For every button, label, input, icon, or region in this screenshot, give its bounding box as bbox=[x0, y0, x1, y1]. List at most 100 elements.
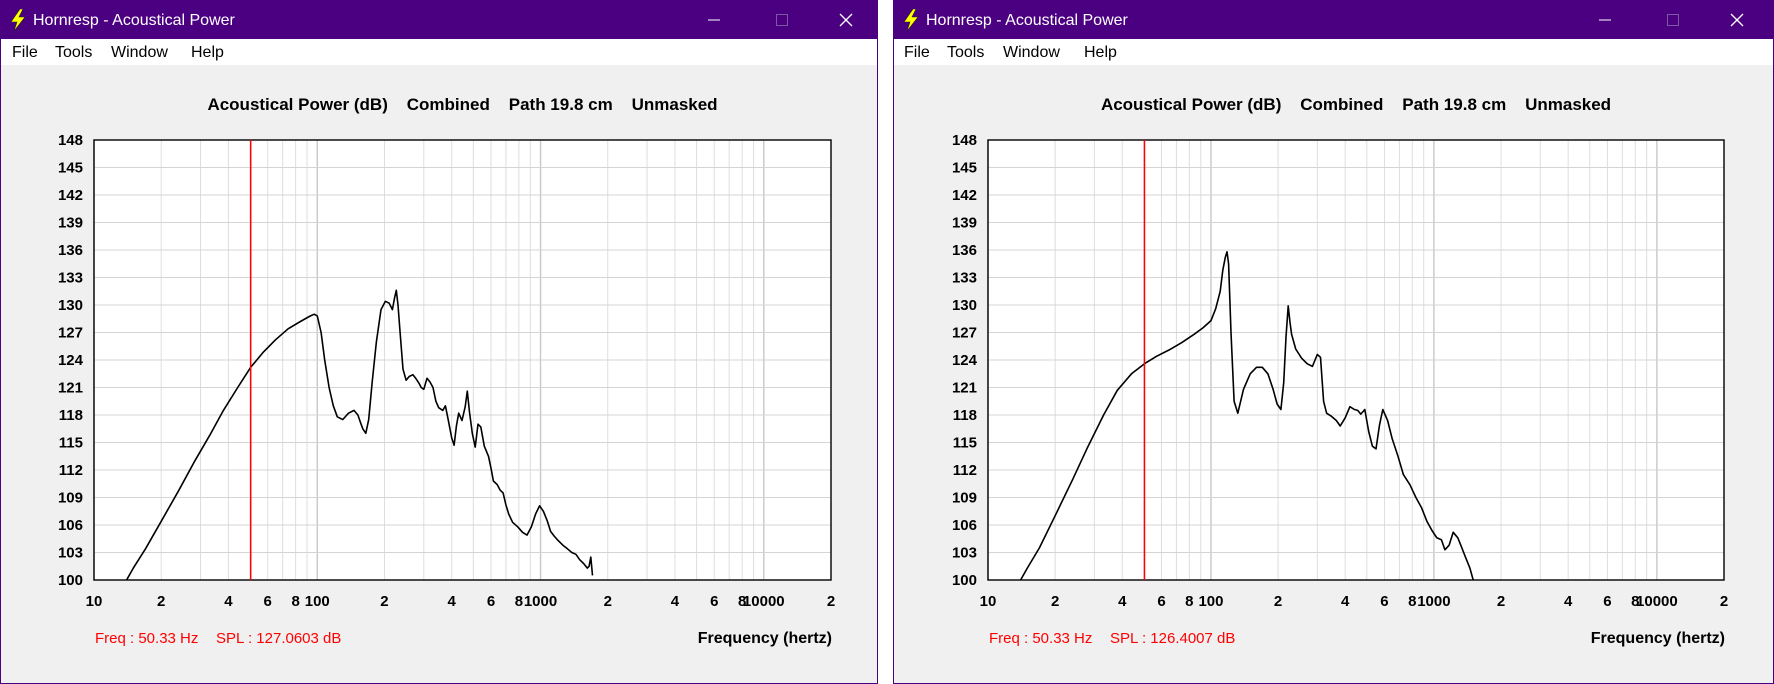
y-tick-label: 100 bbox=[952, 572, 977, 589]
y-tick-label: 106 bbox=[58, 517, 83, 534]
x-tick-label: 100 bbox=[1198, 593, 1223, 610]
freq-readout: Freq : 50.33 Hz bbox=[95, 630, 198, 647]
chart-title: Acoustical Power (dB) Combined Path 19.8… bbox=[1101, 95, 1611, 114]
x-tick-label: 8 bbox=[1408, 593, 1416, 610]
y-tick-label: 145 bbox=[58, 160, 83, 177]
window-title: Hornresp - Acoustical Power bbox=[33, 12, 235, 29]
y-tick-label: 103 bbox=[58, 545, 83, 562]
y-tick-label: 142 bbox=[58, 187, 83, 204]
y-tick-label: 145 bbox=[952, 160, 977, 177]
x-tick-label: 8 bbox=[291, 593, 299, 610]
maximize-icon bbox=[1667, 14, 1679, 26]
menu-file[interactable]: File bbox=[904, 44, 930, 62]
window-title: Hornresp - Acoustical Power bbox=[926, 12, 1128, 29]
menu-file[interactable]: File bbox=[12, 44, 38, 62]
y-tick-label: 118 bbox=[953, 407, 977, 424]
y-tick-label: 103 bbox=[952, 545, 977, 562]
menu-bar: File Tools Window Help bbox=[894, 39, 1773, 65]
window-left: Hornresp - Acoustical Power File Tools W… bbox=[0, 0, 878, 684]
title-bar[interactable]: Hornresp - Acoustical Power bbox=[1, 1, 877, 39]
x-tick-label: 2 bbox=[827, 593, 835, 610]
x-tick-label: 6 bbox=[1157, 593, 1165, 610]
x-tick-label: 4 bbox=[1564, 593, 1573, 610]
lightning-bolt-icon bbox=[10, 9, 26, 31]
menu-bar: File Tools Window Help bbox=[1, 39, 877, 65]
x-tick-label: 4 bbox=[448, 593, 457, 610]
x-tick-label: 8 bbox=[1185, 593, 1193, 610]
x-tick-label: 4 bbox=[1118, 593, 1127, 610]
x-tick-label: 2 bbox=[1051, 593, 1059, 610]
x-tick-label: 6 bbox=[264, 593, 272, 610]
x-tick-label: 4 bbox=[671, 593, 680, 610]
y-tick-label: 109 bbox=[58, 490, 83, 507]
x-tick-label: 4 bbox=[1341, 593, 1350, 610]
minimize-icon bbox=[708, 19, 720, 21]
x-axis-label: Frequency (hertz) bbox=[1591, 630, 1725, 647]
y-tick-label: 115 bbox=[953, 435, 977, 452]
window-right: Hornresp - Acoustical Power File Tools W… bbox=[893, 0, 1774, 684]
y-tick-label: 118 bbox=[59, 407, 83, 424]
x-tick-label: 2 bbox=[1720, 593, 1728, 610]
y-tick-label: 100 bbox=[58, 572, 83, 589]
x-tick-label: 2 bbox=[157, 593, 165, 610]
x-tick-label: 2 bbox=[380, 593, 388, 610]
y-tick-label: 136 bbox=[58, 242, 83, 259]
y-tick-label: 124 bbox=[58, 352, 84, 369]
chart[interactable]: 1001031061091121151181211241271301331361… bbox=[1, 65, 878, 684]
minimize-button[interactable] bbox=[691, 1, 737, 39]
y-tick-label: 121 bbox=[952, 380, 977, 397]
chart[interactable]: 100 103 106 109 112 115 118 121 124 127 130 133 136 1… bbox=[894, 65, 1772, 684]
x-tick-label: 2 bbox=[604, 593, 612, 610]
maximize-icon bbox=[776, 14, 788, 26]
y-tick-label: 133 bbox=[952, 270, 977, 287]
x-axis-label: Frequency (hertz) bbox=[698, 630, 832, 647]
y-tick-label: 127 bbox=[952, 325, 977, 342]
y-tick-label: 139 bbox=[952, 215, 977, 232]
y-tick-label: 124 bbox=[952, 352, 978, 369]
y-tick-label: 148 bbox=[952, 132, 977, 149]
y-tick-label: 127 bbox=[58, 325, 83, 342]
minimize-button[interactable] bbox=[1582, 1, 1628, 39]
x-tick-label: 100 bbox=[305, 593, 330, 610]
y-tick-label: 112 bbox=[59, 462, 83, 479]
x-tick-label: 8 bbox=[515, 593, 523, 610]
x-tick-label: 6 bbox=[487, 593, 495, 610]
y-tick-label: 106 bbox=[952, 517, 977, 534]
y-tick-label: 115 bbox=[59, 435, 83, 452]
maximize-button[interactable] bbox=[759, 1, 805, 39]
x-tick-label: 6 bbox=[1380, 593, 1388, 610]
x-tick-label: 10 bbox=[86, 593, 103, 610]
minimize-icon bbox=[1599, 19, 1611, 21]
menu-help[interactable]: Help bbox=[1084, 44, 1117, 62]
close-button[interactable] bbox=[823, 1, 869, 39]
menu-tools[interactable]: Tools bbox=[947, 44, 984, 62]
y-tick-label: 136 bbox=[952, 242, 977, 259]
spl-readout: SPL : 127.0603 dB bbox=[216, 630, 341, 647]
menu-tools[interactable]: Tools bbox=[55, 44, 92, 62]
maximize-button[interactable] bbox=[1650, 1, 1696, 39]
x-tick-label: 1000 bbox=[1417, 593, 1450, 610]
menu-window[interactable]: Window bbox=[111, 44, 168, 62]
y-tick-label: 142 bbox=[952, 187, 977, 204]
close-icon bbox=[839, 13, 853, 27]
x-tick-label: 2 bbox=[1274, 593, 1282, 610]
y-tick-label: 130 bbox=[58, 297, 83, 314]
x-tick-label: 6 bbox=[710, 593, 718, 610]
y-tick-label: 121 bbox=[58, 380, 83, 397]
freq-readout: Freq : 50.33 Hz bbox=[989, 630, 1092, 647]
x-tick-label: 2 bbox=[1497, 593, 1505, 610]
close-button[interactable] bbox=[1714, 1, 1760, 39]
x-tick-label: 6 bbox=[1603, 593, 1611, 610]
y-tick-label: 109 bbox=[952, 490, 977, 507]
chart-title: Acoustical Power (dB) Combined Path 19.8… bbox=[207, 95, 717, 114]
menu-help[interactable]: Help bbox=[191, 44, 224, 62]
spl-readout: SPL : 126.4007 dB bbox=[1110, 630, 1235, 647]
y-tick-label: 148 bbox=[58, 132, 83, 149]
y-tick-label: 130 bbox=[952, 297, 977, 314]
x-tick-label: 1000 bbox=[524, 593, 557, 610]
y-tick-label: 112 bbox=[953, 462, 977, 479]
menu-window[interactable]: Window bbox=[1003, 44, 1060, 62]
title-bar[interactable]: Hornresp - Acoustical Power bbox=[894, 1, 1773, 39]
x-tick-label: 4 bbox=[224, 593, 233, 610]
x-tick-label: 10000 bbox=[1636, 593, 1678, 610]
